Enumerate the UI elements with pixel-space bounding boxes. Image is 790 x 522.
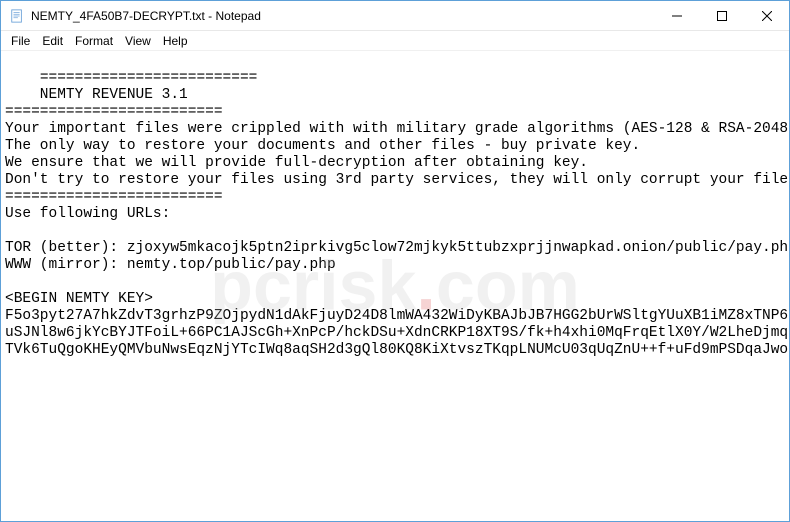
minimize-button[interactable]: [654, 1, 699, 30]
text-line: uSJNl8w6jkYcBYJTFoiL+66PC1AJScGh+XnPcP/h…: [5, 325, 789, 341]
text-line: F5o3pyt27A7hkZdvT3grhzP9ZOjpydN1dAkFjuyD…: [5, 308, 789, 324]
window-title: NEMTY_4FA50B7-DECRYPT.txt - Notepad: [31, 9, 654, 23]
menu-view[interactable]: View: [119, 33, 157, 49]
text-line: The only way to restore your documents a…: [5, 138, 640, 154]
text-line: =========================: [5, 104, 223, 120]
maximize-button[interactable]: [699, 1, 744, 30]
text-area[interactable]: pcrisk.com ========================= NEMT…: [1, 51, 789, 521]
text-line: Your important files were crippled with …: [5, 121, 789, 137]
notepad-window: NEMTY_4FA50B7-DECRYPT.txt - Notepad File…: [0, 0, 790, 522]
titlebar: NEMTY_4FA50B7-DECRYPT.txt - Notepad: [1, 1, 789, 31]
text-line: =========================: [40, 70, 258, 86]
menu-help[interactable]: Help: [157, 33, 194, 49]
text-line: TOR (better): zjoxyw5mkacojk5ptn2iprkivg…: [5, 240, 789, 256]
text-line: WWW (mirror): nemty.top/public/pay.php: [5, 257, 336, 273]
watermark: pcrisk.com: [210, 278, 580, 295]
text-line: =========================: [5, 189, 223, 205]
text-line: TVk6TuQgoKHEyQMVbuNwsEqzNjYTcIWq8aqSH2d3…: [5, 342, 789, 358]
close-button[interactable]: [744, 1, 789, 30]
window-controls: [654, 1, 789, 30]
menubar: File Edit Format View Help: [1, 31, 789, 51]
menu-format[interactable]: Format: [69, 33, 119, 49]
text-line: Don't try to restore your files using 3r…: [5, 172, 789, 188]
notepad-icon: [9, 8, 25, 24]
menu-file[interactable]: File: [5, 33, 36, 49]
text-line: <BEGIN NEMTY KEY>: [5, 291, 153, 307]
text-line: Use following URLs:: [5, 206, 170, 222]
text-line: NEMTY REVENUE 3.1: [5, 87, 188, 103]
menu-edit[interactable]: Edit: [36, 33, 69, 49]
text-line: We ensure that we will provide full-decr…: [5, 155, 588, 171]
